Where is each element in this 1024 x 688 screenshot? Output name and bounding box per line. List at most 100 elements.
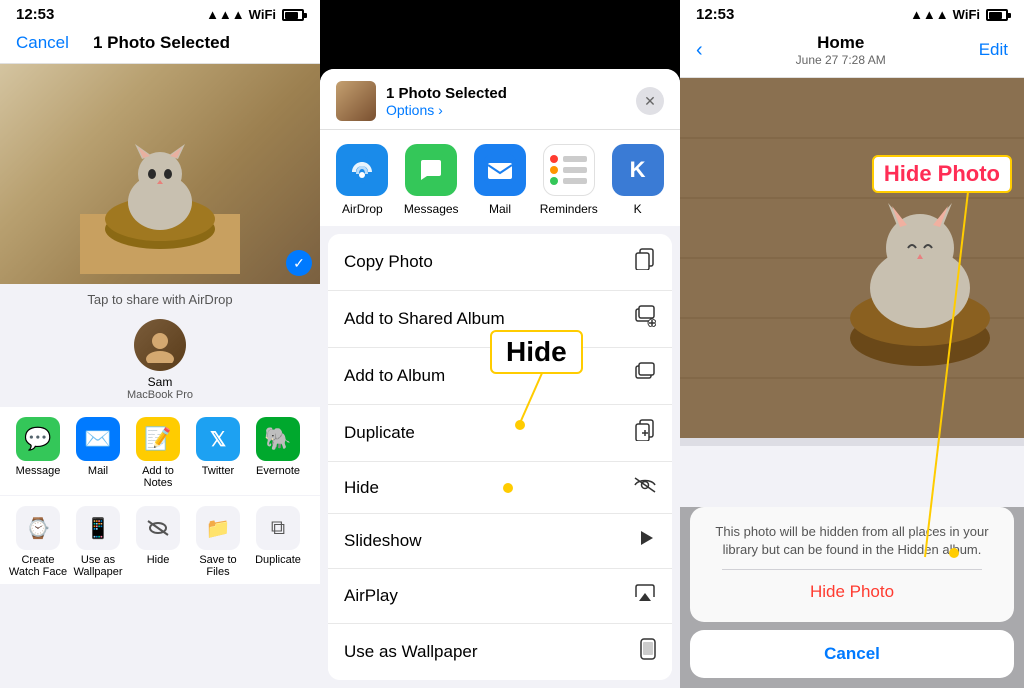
edit-button[interactable]: Edit <box>979 40 1008 60</box>
action-hide[interactable]: Hide <box>128 506 188 578</box>
reminders-app-icon <box>543 144 595 196</box>
share-app-messages[interactable]: Messages <box>399 144 464 216</box>
hide-yellow-dot <box>503 483 513 493</box>
share-app-reminders[interactable]: Reminders <box>536 144 601 216</box>
share-apps-row: AirDrop Messages <box>320 130 680 226</box>
panel3-photo-svg <box>680 78 1024 438</box>
share-app-mail[interactable]: Mail <box>468 144 533 216</box>
cancel-button[interactable]: Cancel <box>16 33 69 53</box>
action-wallpaper[interactable]: 📱 Use as Wallpaper <box>68 506 128 578</box>
messages-app-icon <box>405 144 457 196</box>
add-album-label: Add to Album <box>344 366 445 386</box>
watch-face-icon: ⌚ <box>16 506 60 550</box>
status-time-1: 12:53 <box>16 6 54 23</box>
notes-icon: 📝 <box>136 417 180 461</box>
hide-photo-tooltip-text: Hide Photo <box>884 161 1000 186</box>
contact-sub: MacBook Pro <box>127 389 193 401</box>
status-bar-3: 12:53 ▲▲▲ WiFi <box>680 0 1024 27</box>
share-title: 1 Photo Selected <box>386 85 636 102</box>
hide-action-label: Hide <box>344 478 379 498</box>
action-watch-face[interactable]: ⌚ Create Watch Face <box>8 506 68 578</box>
share-app-airdrop[interactable]: AirDrop <box>330 144 395 216</box>
airdrop-label: AirDrop <box>342 202 383 216</box>
action-copy-photo[interactable]: Copy Photo <box>328 234 672 291</box>
messages-label: Messages <box>404 202 459 216</box>
add-shared-album-icon <box>634 305 656 333</box>
status-bar-1: 12:53 ▲▲▲ WiFi <box>0 0 320 27</box>
mail-label: Mail <box>489 202 511 216</box>
add-album-icon <box>634 362 656 390</box>
panel-share-sheet: 1 Photo Selected Options › ✕ AirDrop <box>320 0 680 688</box>
wallpaper-action-label: Use as Wallpaper <box>344 642 478 662</box>
hide-photo-yellow-dot <box>949 548 959 558</box>
photo-area: ✓ <box>0 64 320 284</box>
panel3-photo <box>680 78 1024 438</box>
action-hide[interactable]: Hide <box>328 462 672 514</box>
duplicate-action-icon <box>634 419 656 447</box>
share-options-link[interactable]: Options › <box>386 102 636 118</box>
panel1-navbar: Cancel 1 Photo Selected <box>0 27 320 64</box>
slideshow-label: Slideshow <box>344 531 422 551</box>
hide-confirm-modal: This photo will be hidden from all place… <box>680 507 1024 688</box>
panel-photos: 12:53 ▲▲▲ WiFi Cancel 1 Photo Selected <box>0 0 320 688</box>
copy-photo-label: Copy Photo <box>344 252 433 272</box>
hide-action-icon <box>634 476 656 499</box>
mail-app-icon <box>474 144 526 196</box>
photo-divider <box>680 438 1024 446</box>
hide-tooltip: Hide <box>490 330 583 374</box>
twitter-icon: 𝕏 <box>196 417 240 461</box>
battery-icon <box>282 9 304 21</box>
k-app-icon: K <box>612 144 664 196</box>
message-icon: 💬 <box>16 417 60 461</box>
contact-row: Sam MacBook Pro <box>0 313 320 407</box>
airplay-label: AirPlay <box>344 586 398 606</box>
confirm-cancel-button[interactable]: Cancel <box>690 630 1014 678</box>
app-icon-twitter[interactable]: 𝕏 Twitter <box>188 417 248 489</box>
back-button[interactable]: ‹ <box>696 39 703 62</box>
share-close-button[interactable]: ✕ <box>636 87 664 115</box>
action-slideshow[interactable]: Slideshow <box>328 514 672 569</box>
share-header: 1 Photo Selected Options › ✕ <box>320 69 680 130</box>
copy-photo-icon <box>634 248 656 276</box>
status-icons-3: ▲▲▲ WiFi <box>910 7 1008 22</box>
share-app-k[interactable]: K K <box>605 144 670 216</box>
confirm-hide-button[interactable]: Hide Photo <box>706 578 998 606</box>
app-icon-evernote[interactable]: 🐘 Evernote <box>248 417 308 489</box>
app-icon-message[interactable]: 💬 Message <box>8 417 68 489</box>
panel3-navbar: ‹ Home June 27 7:28 AM Edit <box>680 27 1024 78</box>
share-sheet-container: 1 Photo Selected Options › ✕ AirDrop <box>320 69 680 688</box>
photo-background <box>0 64 320 284</box>
battery-icon-3 <box>986 9 1008 21</box>
contact-avatar <box>134 319 186 371</box>
evernote-icon: 🐘 <box>256 417 300 461</box>
share-actions-list: Copy Photo Add to Shared Album <box>328 234 672 680</box>
save-files-icon: 📁 <box>196 506 240 550</box>
add-shared-album-label: Add to Shared Album <box>344 309 505 329</box>
share-thumb <box>336 81 376 121</box>
airplay-icon <box>634 583 656 609</box>
panel3-title-block: Home June 27 7:28 AM <box>796 33 886 67</box>
duplicate-action-label: Duplicate <box>344 423 415 443</box>
k-label: K <box>634 202 642 216</box>
action-icons-row: ⌚ Create Watch Face 📱 Use as Wallpaper H… <box>0 496 320 584</box>
selection-checkmark: ✓ <box>286 250 312 276</box>
airdrop-app-icon <box>336 144 388 196</box>
airdrop-hint: Tap to share with AirDrop <box>0 284 320 313</box>
app-icons-row: 💬 Message ✉️ Mail 📝 Add to Notes 𝕏 Twitt… <box>0 407 320 495</box>
panel1-title: 1 Photo Selected <box>93 33 230 53</box>
app-icon-notes[interactable]: 📝 Add to Notes <box>128 417 188 489</box>
action-duplicate[interactable]: ⧉ Duplicate <box>248 506 308 578</box>
action-airplay[interactable]: AirPlay <box>328 569 672 624</box>
wallpaper-action-icon <box>640 638 656 666</box>
action-duplicate[interactable]: Duplicate <box>328 405 672 462</box>
panel3-title: Home <box>796 33 886 53</box>
panel-hide-confirm: 12:53 ▲▲▲ WiFi ‹ Home June 27 7:28 AM Ed… <box>680 0 1024 688</box>
confirm-card: This photo will be hidden from all place… <box>690 507 1014 622</box>
mail-icon: ✉️ <box>76 417 120 461</box>
app-icon-mail[interactable]: ✉️ Mail <box>68 417 128 489</box>
action-wallpaper[interactable]: Use as Wallpaper <box>328 624 672 680</box>
action-save-files[interactable]: 📁 Save to Files <box>188 506 248 578</box>
panel3-subtitle: June 27 7:28 AM <box>796 53 886 67</box>
cat-photo-svg <box>80 114 240 274</box>
status-icons-1: ▲▲▲ WiFi <box>206 7 304 22</box>
